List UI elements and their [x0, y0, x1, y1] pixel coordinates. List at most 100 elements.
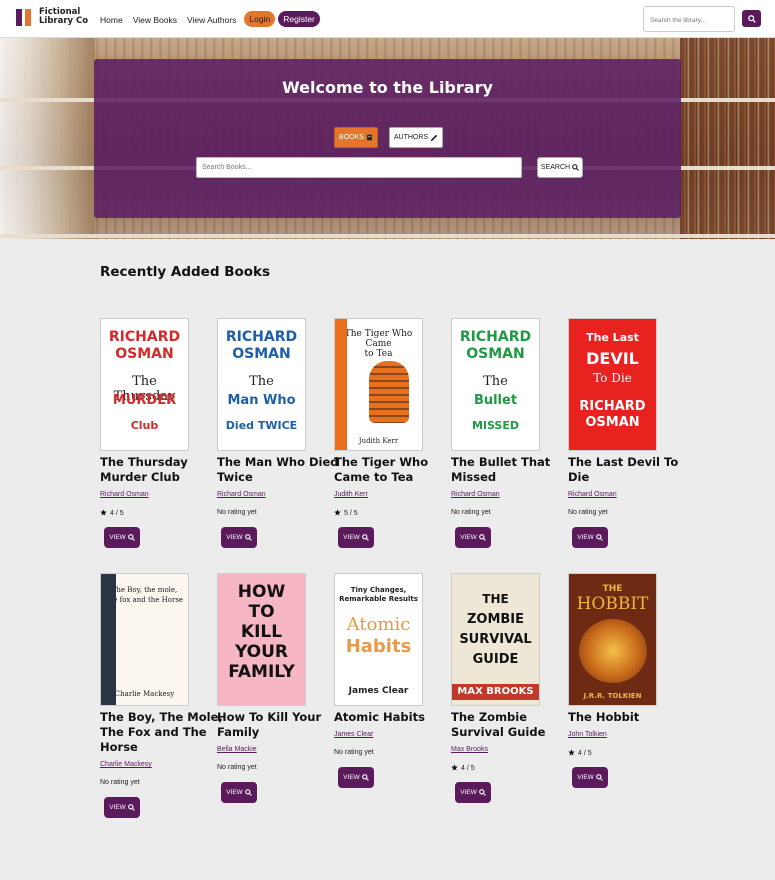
view-book-button[interactable]: VIEW	[455, 782, 491, 803]
cover-text: HOBBIT	[576, 594, 649, 614]
book-cover[interactable]: RICHARD OSMAN The Man Who Died TWICE	[217, 318, 306, 451]
cover-text: ZOMBIE	[466, 612, 525, 627]
book-cover[interactable]: The Last DEVIL To Die RICHARD OSMAN	[568, 318, 657, 451]
book-title[interactable]: The Boy, The Mole, The Fox and The Horse	[100, 710, 230, 755]
cover-text: Remarkable Results	[339, 595, 418, 603]
view-book-button[interactable]: VIEW	[455, 527, 491, 548]
book-author-link[interactable]: Richard Osman	[100, 491, 149, 498]
search-icon	[127, 534, 135, 541]
cover-text: TO	[248, 602, 275, 622]
cover-text: Atomic	[346, 614, 411, 635]
book-search-button[interactable]: SEARCH	[537, 157, 583, 178]
book-title[interactable]: The Tiger Who Came to Tea	[334, 455, 464, 485]
book-author-link[interactable]: John Tolkien	[568, 731, 607, 738]
book-cover[interactable]: THE ZOMBIE SURVIVAL GUIDE MAX BROOKS	[451, 573, 540, 706]
pencil-icon	[430, 134, 438, 141]
cover-text: RICHARD	[579, 399, 646, 414]
cover-text: OSMAN	[466, 346, 525, 362]
cover-text: DEVIL	[586, 349, 639, 368]
book-author-link[interactable]: Richard Osman	[451, 491, 500, 498]
search-icon	[572, 164, 579, 171]
tab-authors[interactable]: AUTHORS	[389, 127, 443, 148]
book-rating: 4 / 5	[451, 764, 475, 772]
book-rating: No rating yet	[217, 509, 257, 516]
book-title[interactable]: The Thursday Murder Club	[100, 455, 230, 485]
search-icon	[595, 774, 603, 781]
cover-text: OSMAN	[115, 346, 174, 362]
view-book-button[interactable]: VIEW	[104, 527, 140, 548]
view-book-button[interactable]: VIEW	[104, 797, 140, 818]
logo-icon	[16, 8, 35, 26]
book-author-link[interactable]: Richard Osman	[217, 491, 266, 498]
book-title[interactable]: The Zombie Survival Guide	[451, 710, 581, 740]
view-book-button[interactable]: VIEW	[338, 767, 374, 788]
section-title: Recently Added Books	[100, 264, 271, 280]
book-cover[interactable]: HOW TO KILL YOUR FAMILY	[217, 573, 306, 706]
nav-search-button[interactable]	[742, 10, 761, 27]
hero-panel: Welcome to the Library BOOKS AUTHORS Sea…	[94, 59, 681, 218]
cover-text: The Tiger Who	[344, 329, 413, 339]
view-book-button[interactable]: VIEW	[221, 782, 257, 803]
search-icon	[127, 804, 135, 811]
book-author-link[interactable]: Richard Osman	[568, 491, 617, 498]
search-icon	[244, 534, 252, 541]
star-icon	[100, 509, 107, 516]
book-cover[interactable]: Tiny Changes, Remarkable Results Atomic Hab…	[334, 573, 423, 706]
view-book-button[interactable]: VIEW	[572, 767, 608, 788]
logo-line2: Library Co	[39, 16, 89, 26]
hero-bg-left	[0, 38, 95, 239]
cover-text: Tiny Changes,	[350, 586, 407, 594]
book-author-link[interactable]: Max Brooks	[451, 746, 488, 753]
cover-text: GUIDE	[472, 652, 519, 667]
cover-text: The	[483, 374, 508, 389]
cover-text: To Die	[593, 371, 632, 385]
nav-link-view-authors[interactable]: View Authors	[187, 15, 236, 25]
cover-text: to Tea	[364, 349, 393, 359]
book-rating: No rating yet	[568, 509, 608, 516]
book-author-link[interactable]: Judith Kerr	[334, 491, 368, 498]
cover-text: Judith Kerr	[358, 437, 399, 445]
book-title[interactable]: The Bullet That Missed	[451, 455, 581, 485]
cover-text: MAX BROOKS	[457, 686, 534, 697]
cover-text: THE	[602, 584, 623, 594]
register-button[interactable]: Register	[278, 11, 320, 27]
book-author-link[interactable]: James Clear	[334, 731, 373, 738]
book-title[interactable]: Atomic Habits	[334, 710, 464, 725]
book-search-input[interactable]: Search Books...	[196, 157, 522, 178]
nav-link-home[interactable]: Home	[100, 15, 123, 25]
book-rating: No rating yet	[217, 764, 257, 771]
search-icon	[595, 534, 603, 541]
view-book-button[interactable]: VIEW	[572, 527, 608, 548]
book-title[interactable]: How To Kill Your Family	[217, 710, 347, 740]
hero-title: Welcome to the Library	[282, 78, 493, 97]
book-cover[interactable]: RICHARD OSMAN The Bullet MISSED	[451, 318, 540, 451]
cover-text: OSMAN	[232, 346, 291, 362]
tab-books[interactable]: BOOKS	[334, 127, 378, 148]
nav-link-view-books[interactable]: View Books	[133, 15, 177, 25]
book-cover[interactable]: THE HOBBIT J.R.R. TOLKIEN	[568, 573, 657, 706]
cover-text: RICHARD	[459, 329, 532, 345]
book-cover[interactable]: The Tiger Who Came to Tea Judith Kerr	[334, 318, 423, 451]
nav-search-input[interactable]: Search the library...	[643, 6, 735, 32]
logo[interactable]: Fictional Library Co	[16, 8, 88, 26]
cover-text: RICHARD	[225, 329, 298, 345]
book-author-link[interactable]: Bella Mackie	[217, 746, 257, 753]
cover-text: HOW	[237, 582, 286, 602]
cover-text: FAMILY	[228, 662, 295, 682]
search-icon	[244, 789, 252, 796]
view-book-button[interactable]: VIEW	[221, 527, 257, 548]
view-book-button[interactable]: VIEW	[338, 527, 374, 548]
book-author-link[interactable]: Charlie Mackesy	[100, 761, 152, 768]
book-title[interactable]: The Last Devil To Die	[568, 455, 698, 485]
book-title[interactable]: The Hobbit	[568, 710, 698, 725]
cover-text: The	[249, 374, 274, 389]
star-icon	[451, 764, 458, 771]
book-cover[interactable]: The Boy, the mole, the fox and the Horse C…	[100, 573, 189, 706]
book-rating: No rating yet	[100, 779, 140, 786]
cover-text: SURVIVAL	[459, 632, 532, 647]
book-title[interactable]: The Man Who Died Twice	[217, 455, 347, 485]
book-cover[interactable]: RICHARD OSMAN The Thursday MURDER Club	[100, 318, 189, 451]
cover-spine	[101, 574, 116, 705]
search-icon	[747, 14, 756, 23]
login-button[interactable]: Login	[244, 11, 276, 27]
